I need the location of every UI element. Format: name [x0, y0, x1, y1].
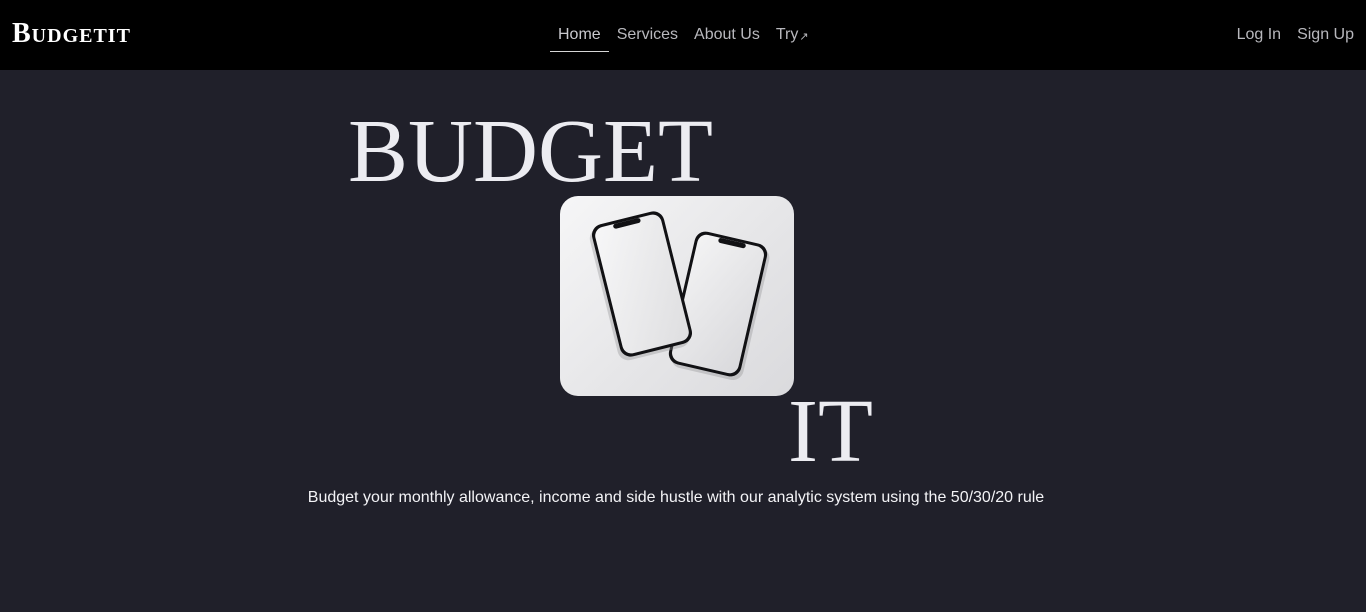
nav-about-link[interactable]: About Us — [686, 18, 768, 52]
top-navbar: Budgetit Home Services About Us Try ↗ Log… — [0, 0, 1366, 70]
nav-try-label: Try — [775, 26, 799, 43]
hero-phones-image — [560, 196, 794, 396]
external-arrow-icon: ↗ — [799, 31, 809, 43]
smartphones-illustration — [589, 211, 770, 380]
signup-link[interactable]: Sign Up — [1281, 18, 1354, 52]
brand-logo[interactable]: Budgetit — [12, 16, 131, 52]
auth-nav: Log In Sign Up — [1221, 18, 1354, 52]
nav-home-link[interactable]: Home — [550, 18, 609, 52]
nav-about-label: About Us — [694, 26, 760, 43]
nav-services-link[interactable]: Services — [609, 18, 686, 52]
nav-services-label: Services — [616, 26, 679, 43]
main-nav: Home Services About Us Try ↗ — [550, 18, 817, 52]
login-link[interactable]: Log In — [1221, 18, 1281, 52]
nav-try-link[interactable]: Try ↗ — [768, 18, 817, 52]
hero-title-budget: BUDGET — [348, 102, 713, 201]
nav-home-label: Home — [558, 25, 601, 43]
hero-tagline: Budget your monthly allowance, income an… — [307, 489, 1045, 506]
hero-title-it: IT — [788, 382, 873, 481]
